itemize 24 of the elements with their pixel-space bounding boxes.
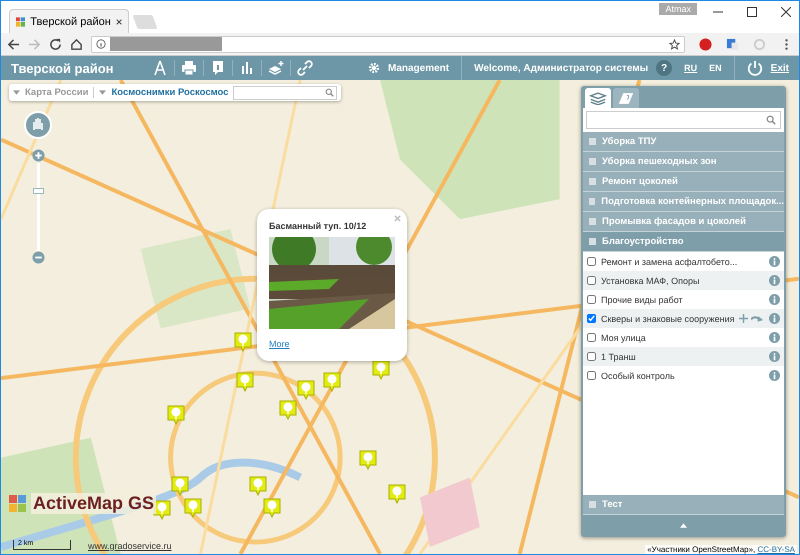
settings-icon: [368, 62, 380, 74]
translate-icon[interactable]: [726, 38, 739, 50]
help-button[interactable]: ?: [656, 60, 672, 76]
extension-icon[interactable]: [753, 38, 766, 50]
welcome-text: Welcome, Администратор системы: [474, 62, 648, 74]
language-link[interactable]: RU: [684, 63, 698, 73]
power-icon[interactable]: [746, 60, 763, 76]
reload-icon[interactable]: [49, 38, 62, 50]
app-icon: [16, 16, 26, 28]
maximize-icon[interactable]: [747, 7, 757, 17]
language-link[interactable]: EN: [709, 63, 722, 73]
district-title: Тверской район: [11, 60, 115, 76]
profile-badge[interactable]: Atmax: [659, 3, 697, 15]
forward-icon[interactable]: [28, 38, 41, 50]
close-icon[interactable]: [116, 18, 122, 26]
back-icon[interactable]: [7, 38, 20, 50]
info-icon: [96, 39, 106, 49]
adblock-icon[interactable]: [699, 38, 712, 50]
management-button[interactable]: Management: [388, 62, 450, 74]
exit-link[interactable]: Exit: [770, 62, 789, 74]
star-icon[interactable]: [669, 38, 680, 50]
browser-tab[interactable]: Тверской район: [9, 9, 129, 33]
home-icon[interactable]: [70, 38, 83, 50]
close-icon[interactable]: [781, 7, 791, 17]
